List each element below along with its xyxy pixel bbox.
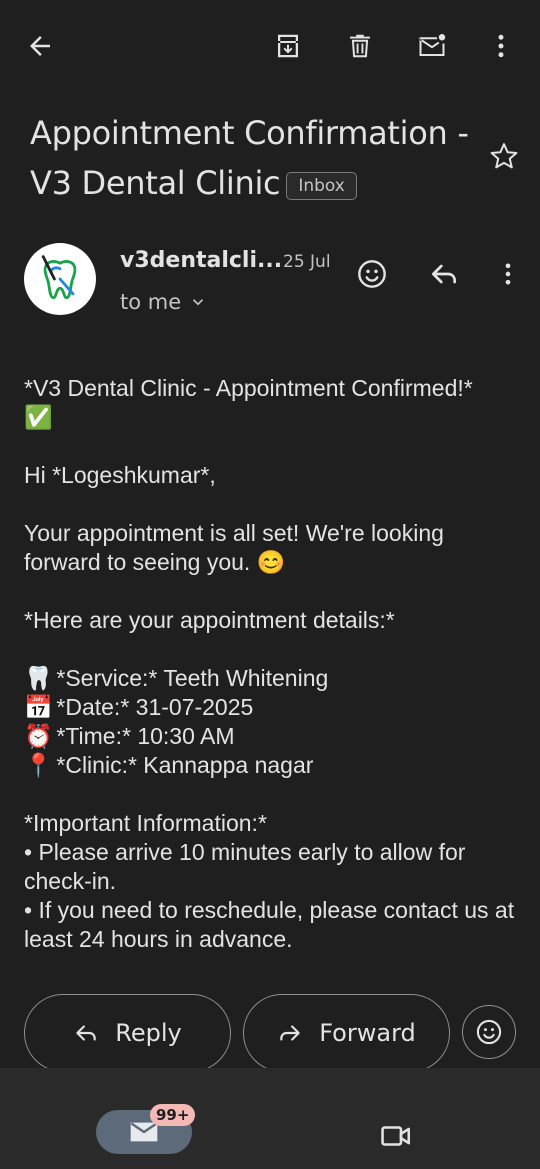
mark-unread-button[interactable] (408, 22, 456, 70)
delete-button[interactable] (336, 22, 384, 70)
sender-avatar[interactable] (24, 243, 96, 315)
message-more-button[interactable] (486, 252, 530, 296)
alarm-clock-emoji: ⏰ (24, 723, 53, 749)
forward-icon (280, 1025, 300, 1041)
headline-text: *V3 Dental Clinic - Appointment Confirme… (24, 375, 473, 401)
star-icon (490, 143, 518, 169)
unread-count-badge: 99+ (150, 1104, 196, 1126)
reply-icon (432, 264, 456, 284)
detail-row: 📍 *Clinic:* Kannappa nagar (24, 751, 524, 780)
chevron-down-icon (193, 299, 204, 306)
detail-date: *Date:* 31-07-2025 (56, 694, 254, 720)
detail-service: *Service:* Teeth Whitening (56, 665, 329, 691)
tooth-logo-icon (41, 255, 77, 300)
detail-time: *Time:* 10:30 AM (56, 723, 235, 749)
mail-unread-icon (419, 34, 446, 56)
inbox-label-badge[interactable]: Inbox (286, 171, 357, 200)
smiley-icon (358, 260, 386, 288)
forward-button[interactable]: Forward (243, 994, 450, 1072)
intro-text: Your appointment is all set! We're looki… (24, 520, 444, 575)
nav-meet-tab[interactable] (376, 1116, 416, 1156)
important-heading: *Important Information:* (24, 810, 267, 836)
archive-icon (278, 34, 298, 58)
bullet-item: • If you need to reschedule, please cont… (24, 897, 515, 952)
detail-clinic: *Clinic:* Kannappa nagar (56, 752, 314, 778)
smile-emoji: 😊 (256, 549, 286, 575)
details-heading: *Here are your appointment details:* (24, 607, 395, 633)
recipient-label: to me (120, 290, 182, 314)
recipient-toggle[interactable]: to me (120, 290, 207, 314)
reply-icon (76, 1025, 97, 1041)
react-emoji-button[interactable] (350, 252, 394, 296)
email-subject: Appointment Confirmation - V3 Dental Cli… (30, 114, 469, 202)
archive-button[interactable] (264, 22, 312, 70)
bullet-item: • Please arrive 10 minutes early to allo… (24, 839, 466, 894)
body-line: Your appointment is all set! We're looki… (24, 519, 524, 577)
detail-row: 🦷 *Service:* Teeth Whitening (24, 664, 524, 693)
forward-label: Forward (319, 1019, 416, 1047)
body-line: *V3 Dental Clinic - Appointment Confirme… (24, 374, 524, 432)
greeting: Hi *Logeshkumar*, (24, 462, 216, 488)
subject-block: Appointment Confirmation - V3 Dental Cli… (30, 108, 480, 208)
location-pin-emoji: 📍 (24, 752, 53, 778)
arrow-left-icon (30, 36, 50, 56)
detail-row: ⏰ *Time:* 10:30 AM (24, 722, 524, 751)
tooth-emoji: 🦷 (24, 665, 53, 691)
star-button[interactable] (484, 136, 524, 176)
more-options-button[interactable] (477, 22, 525, 70)
reply-header-button[interactable] (422, 252, 466, 296)
calendar-emoji: 📅 (24, 694, 53, 720)
reply-button[interactable]: Reply (24, 994, 231, 1072)
smiley-icon (476, 1019, 502, 1045)
more-vert-icon (498, 34, 504, 58)
email-body: *V3 Dental Clinic - Appointment Confirme… (24, 374, 524, 954)
more-vert-icon (505, 263, 511, 285)
react-button[interactable] (462, 1005, 516, 1059)
check-mark-emoji: ✅ (24, 404, 53, 430)
detail-row: 📅 *Date:* 31-07-2025 (24, 693, 524, 722)
trash-icon (350, 34, 370, 58)
top-toolbar (0, 0, 540, 96)
reply-label: Reply (115, 1019, 182, 1047)
back-button[interactable] (16, 22, 64, 70)
video-camera-icon (381, 1126, 411, 1146)
sender-name[interactable]: v3dentalcli... (120, 248, 282, 273)
email-date: 25 Jul (283, 252, 331, 272)
bottom-navigation: 99+ (0, 1068, 540, 1169)
